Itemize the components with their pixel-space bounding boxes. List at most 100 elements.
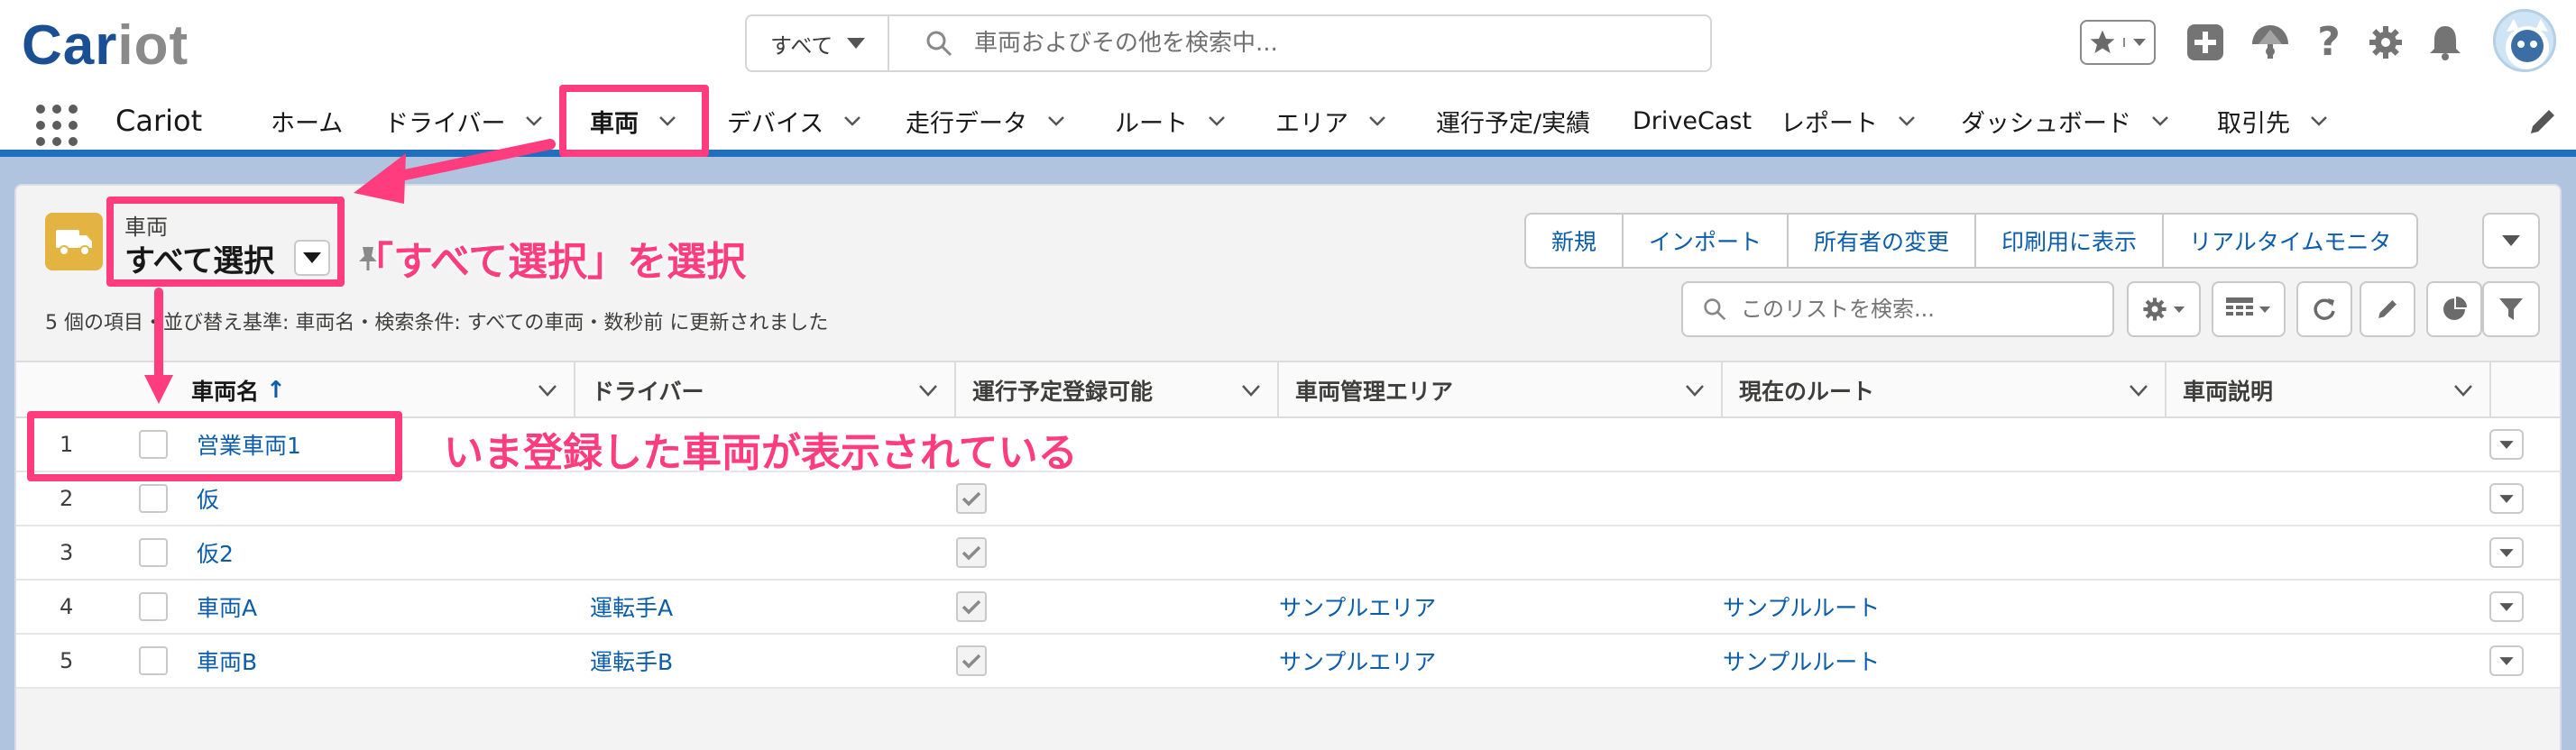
table-empty-area	[16, 689, 2560, 750]
column-header-label: 運行予定登録可能	[972, 379, 1154, 405]
import-button[interactable]: インポート	[1624, 215, 1789, 267]
chevron-down-icon[interactable]	[2151, 115, 2169, 126]
driver-link[interactable]: 運転手A	[590, 581, 673, 633]
chevron-down-icon[interactable]	[1898, 115, 1916, 126]
row-checkbox[interactable]	[139, 538, 168, 567]
nav-item-reports[interactable]: レポート	[1780, 101, 1916, 141]
search-input[interactable]	[974, 30, 1696, 57]
chevron-down-icon[interactable]	[2453, 384, 2473, 397]
chevron-down-icon[interactable]	[2129, 384, 2148, 397]
nav-item-areas[interactable]: エリア	[1275, 101, 1386, 141]
list-actions: 新規 インポート 所有者の変更 印刷用に表示 リアルタイムモニタ	[1524, 213, 2419, 269]
chevron-down-icon[interactable]	[538, 384, 557, 397]
nav-item-label: 走行データ	[906, 109, 1027, 138]
chevron-down-icon[interactable]	[525, 115, 543, 126]
row-actions-button[interactable]	[2489, 429, 2524, 460]
logo-text-accent: iot	[117, 14, 189, 77]
chevron-down-icon[interactable]	[1368, 115, 1386, 126]
chevron-down-icon[interactable]	[1241, 384, 1261, 397]
column-header-label: 現在のルート	[1739, 379, 1875, 405]
column-header-description[interactable]: 車両説明	[2167, 362, 2489, 418]
global-header: Cariot すべて ?	[0, 0, 2576, 88]
help-button[interactable]: ?	[2309, 20, 2349, 65]
row-actions-button[interactable]	[2489, 537, 2524, 568]
realtime-monitor-button[interactable]: リアルタイムモニタ	[2164, 215, 2416, 267]
route-link[interactable]: サンプルルート	[1723, 635, 1880, 687]
app-launcher-icon[interactable]	[36, 105, 78, 146]
nav-item-accounts[interactable]: 取引先	[2217, 101, 2328, 141]
chart-icon	[2443, 297, 2467, 320]
printable-view-button[interactable]: 印刷用に表示	[1976, 215, 2165, 267]
search-scope-select[interactable]: すべて	[747, 16, 889, 70]
chevron-down-icon[interactable]	[918, 384, 938, 397]
nav-item-devices[interactable]: デバイス	[727, 101, 861, 141]
column-header-route[interactable]: 現在のルート	[1723, 362, 2165, 418]
column-header-driver[interactable]: ドライバー	[575, 362, 954, 418]
nav-item-label: レポート	[1780, 109, 1878, 138]
vehicle-name-link[interactable]: 車両A	[197, 581, 257, 633]
nav-item-schedule[interactable]: 運行予定/実績	[1436, 101, 1590, 141]
nav-item-routes[interactable]: ルート	[1115, 101, 1226, 141]
area-link[interactable]: サンプルエリア	[1279, 635, 1436, 687]
vehicle-name-link[interactable]: 仮2	[197, 526, 234, 579]
nav-item-drive-data[interactable]: 走行データ	[906, 101, 1065, 141]
new-button[interactable]: 新規	[1526, 215, 1624, 267]
row-checkbox[interactable]	[139, 592, 168, 621]
avatar[interactable]	[2493, 9, 2556, 72]
favorites-button[interactable]	[2082, 28, 2123, 57]
row-checkbox[interactable]	[139, 484, 168, 513]
chevron-down-icon[interactable]	[1208, 115, 1226, 126]
row-actions-button[interactable]	[2489, 591, 2524, 622]
more-actions-button[interactable]	[2482, 213, 2540, 269]
row-actions-button[interactable]	[2489, 483, 2524, 514]
route-link[interactable]: サンプルルート	[1723, 581, 1880, 633]
chevron-down-icon	[2502, 235, 2520, 246]
inline-edit-button[interactable]	[2360, 281, 2415, 337]
favorites-menu-button[interactable]	[2123, 38, 2154, 47]
column-header-area[interactable]: 車両管理エリア	[1279, 362, 1721, 418]
column-header-schedulable[interactable]: 運行予定登録可能	[956, 362, 1277, 418]
annotation-box-list-view	[106, 197, 345, 287]
display-as-button[interactable]	[2212, 281, 2286, 337]
trailhead-button[interactable]	[2248, 20, 2293, 65]
refresh-button[interactable]	[2296, 281, 2352, 337]
chevron-down-icon[interactable]	[1685, 384, 1705, 397]
list-controls-button[interactable]	[2127, 281, 2201, 337]
charts-button[interactable]	[2426, 281, 2482, 337]
gear-icon	[2369, 26, 2402, 59]
pencil-icon[interactable]	[2527, 106, 2558, 137]
chevron-down-icon	[2499, 494, 2514, 503]
filters-button[interactable]	[2482, 281, 2540, 337]
chevron-down-icon[interactable]	[843, 115, 861, 126]
column-header-label: 車両名	[191, 379, 260, 405]
pencil-icon	[2378, 300, 2397, 318]
driver-link[interactable]: 運転手B	[590, 635, 673, 687]
nav-item-dashboards[interactable]: ダッシュボード	[1961, 101, 2169, 141]
row-number: 5	[60, 648, 74, 673]
area-link[interactable]: サンプルエリア	[1279, 581, 1436, 633]
nav-item-drivers[interactable]: ドライバー	[384, 101, 543, 141]
vehicle-name-link[interactable]: 車両B	[197, 635, 257, 687]
cariot-logo[interactable]: Cariot	[22, 14, 189, 78]
favorites-group	[2080, 20, 2156, 65]
setup-button[interactable]	[2363, 20, 2408, 65]
notifications-button[interactable]	[2423, 20, 2468, 65]
nav-item-label: ダッシュボード	[1961, 109, 2131, 138]
change-owner-button[interactable]: 所有者の変更	[1789, 215, 1977, 267]
row-actions-button[interactable]	[2489, 645, 2524, 676]
trailhead-icon	[2252, 25, 2288, 59]
nav-item-label: DriveCast	[1633, 106, 1753, 135]
chevron-down-icon[interactable]	[2310, 115, 2328, 126]
nav-item-label: 運行予定/実績	[1436, 109, 1591, 138]
global-actions-button[interactable]	[2185, 20, 2226, 65]
table-header: 車両名 ↑ ドライバー 運行予定登録可能 車両管理エリア 現在のルート 車両説明	[16, 361, 2560, 418]
list-search-input[interactable]	[1741, 297, 2102, 322]
chevron-down-icon[interactable]	[1047, 115, 1065, 126]
search-scope-label: すべて	[770, 32, 833, 59]
nav-item-drivecast[interactable]: DriveCast	[1633, 101, 1752, 141]
column-header-vehicle-name[interactable]: 車両名 ↑	[175, 362, 574, 418]
row-checkbox[interactable]	[139, 646, 168, 675]
global-search: すべて	[745, 14, 1712, 72]
nav-item-home[interactable]: ホーム	[271, 101, 343, 141]
chevron-down-icon	[2173, 306, 2185, 313]
